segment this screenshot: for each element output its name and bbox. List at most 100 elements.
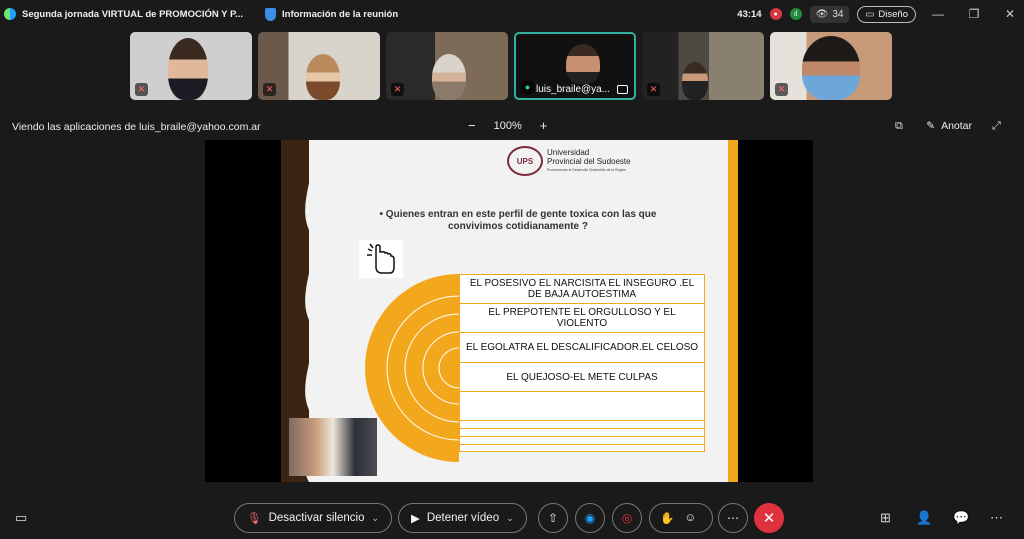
unmute-button[interactable]: 🎙 Desactivar silencio ⌄	[234, 503, 393, 533]
unmute-label: Desactivar silencio	[268, 512, 365, 524]
title-bar: Segunda jornada VIRTUAL de PROMOCIÓN Y P…	[0, 0, 1024, 28]
end-call-button[interactable]: ✕	[754, 503, 784, 533]
zoom-controls: − 100% +	[468, 118, 547, 133]
shared-screen: UPS Universidad Provincial del Sudoeste …	[205, 140, 813, 482]
share-button[interactable]: ⇧	[538, 503, 568, 533]
participant-strip: ✕ ✕ ✕ ● luis_braile@ya... ✕ ✕	[130, 32, 892, 100]
muted-mic-icon: ✕	[263, 83, 276, 96]
close-icon: ✕	[762, 510, 776, 527]
meeting-title: Segunda jornada VIRTUAL de PROMOCIÓN Y P…	[22, 8, 244, 20]
participant-video	[306, 54, 340, 100]
restore-button[interactable]: ❐	[960, 7, 988, 21]
muted-mic-icon: ✕	[135, 83, 148, 96]
participant-video	[432, 54, 466, 100]
sharing-icon	[617, 85, 628, 94]
meeting-timer: 43:14	[737, 8, 762, 20]
participant-tile-active[interactable]: ● luis_braile@ya...	[514, 32, 636, 100]
shield-icon[interactable]	[265, 7, 277, 21]
layout-button[interactable]: ▭ Diseño	[857, 5, 916, 23]
logo-text: Universidad Provincial del Sudoeste Prom…	[547, 148, 631, 175]
university-seal-icon: UPS	[507, 146, 543, 176]
participant-video	[682, 62, 708, 100]
participant-video	[802, 36, 860, 100]
share-options-icon[interactable]: ⧉	[895, 120, 903, 133]
participant-tile[interactable]: ✕	[770, 32, 892, 100]
participants-count: 34	[832, 8, 844, 20]
signal-icon[interactable]: ıl	[789, 8, 802, 20]
muted-mic-icon: ✕	[775, 83, 788, 96]
fullscreen-icon[interactable]: ⤢	[992, 120, 1001, 133]
share-icon: ⇧	[547, 511, 559, 525]
chevron-down-icon[interactable]: ⌄	[506, 513, 514, 524]
meeting-controls: ▭ 🎙 Desactivar silencio ⌄ ▶ Detener víde…	[0, 500, 1024, 539]
muted-mic-icon: ✕	[391, 83, 404, 96]
record-icon: ◎	[621, 511, 633, 525]
eye-off-icon: 👁	[815, 8, 829, 20]
participant-tile[interactable]: ✕	[130, 32, 252, 100]
assistant-icon: ◉	[584, 511, 596, 525]
logo-tagline: Promoviendo el Desarrollo Sostenible de …	[547, 167, 627, 172]
couple-photo	[289, 418, 377, 476]
more-panels-icon[interactable]: ⋯	[990, 510, 1003, 526]
list-item	[459, 428, 705, 436]
reactions-group: ✋ ☺	[649, 503, 713, 533]
muted-mic-icon: ✕	[647, 83, 660, 96]
annotate-button[interactable]: ✎ Anotar	[926, 120, 972, 132]
list-item	[459, 436, 705, 444]
zoom-in-button[interactable]: +	[540, 118, 548, 133]
record-button[interactable]: ◎	[612, 503, 642, 533]
captions-icon[interactable]: ▭	[15, 510, 27, 526]
participant-video	[168, 38, 208, 100]
pointing-hand-icon	[359, 240, 403, 278]
emoji-icon[interactable]: ☺	[684, 512, 696, 524]
slide-orange-bar	[728, 140, 738, 482]
participant-tile[interactable]: ✕	[258, 32, 380, 100]
stop-video-button[interactable]: ▶ Detener vídeo ⌄	[398, 503, 527, 533]
slide-question: • Quienes entran en este perfil de gente…	[379, 209, 657, 232]
more-options-button[interactable]: ⋯	[718, 503, 748, 533]
participants-count-button[interactable]: 👁 34	[809, 5, 850, 23]
list-item: EL POSESIVO EL NARCISITA EL INSEGURO .EL…	[459, 274, 705, 303]
raise-hand-icon[interactable]: ✋	[660, 511, 674, 525]
participant-tile[interactable]: ✕	[386, 32, 508, 100]
list-item	[459, 444, 705, 452]
viewing-text: Viendo las aplicaciones de luis_braile@y…	[12, 121, 261, 133]
layout-grid-icon: ▭	[865, 8, 875, 20]
layout-label: Diseño	[878, 8, 908, 20]
video-camera-icon: ▶	[411, 513, 420, 525]
logo-mark: UPS	[516, 156, 534, 166]
mic-off-icon: 🎙	[247, 513, 262, 525]
webex-assistant-button[interactable]: ◉	[575, 503, 605, 533]
logo-line2: Provincial del Sudoeste	[547, 156, 631, 166]
more-icon: ⋯	[727, 511, 739, 525]
chat-icon[interactable]: 💬	[953, 510, 969, 526]
webex-logo-icon	[4, 8, 16, 20]
recording-icon[interactable]: ●	[769, 8, 782, 20]
chevron-down-icon[interactable]: ⌄	[371, 513, 379, 524]
list-item	[459, 391, 705, 420]
participant-name: luis_braile@ya...	[536, 84, 611, 95]
participant-tile[interactable]: ✕	[642, 32, 764, 100]
list-item	[459, 420, 705, 428]
stop-video-label: Detener vídeo	[426, 512, 500, 524]
mic-on-icon: ●	[521, 81, 534, 94]
apps-icon[interactable]: ⊞	[880, 510, 891, 526]
meeting-info-link[interactable]: Información de la reunión	[282, 9, 398, 20]
participant-video	[566, 44, 600, 84]
presentation-slide: UPS Universidad Provincial del Sudoeste …	[281, 140, 738, 482]
zoom-level: 100%	[493, 119, 522, 132]
concentric-arcs	[365, 274, 460, 462]
list-item: EL QUEJOSO-EL METE CULPAS	[459, 362, 705, 391]
zoom-out-button[interactable]: −	[468, 118, 476, 133]
slide-list: EL POSESIVO EL NARCISITA EL INSEGURO .EL…	[459, 274, 705, 452]
logo-line1: Universidad	[547, 147, 590, 157]
close-window-button[interactable]: ✕	[996, 7, 1024, 21]
annotate-label: Anotar	[941, 120, 972, 132]
list-item: EL PREPOTENTE EL ORGULLOSO Y EL VIOLENTO	[459, 303, 705, 332]
minimize-button[interactable]: —	[924, 7, 952, 21]
list-item: EL EGOLATRA EL DESCALIFICADOR.EL CELOSO	[459, 332, 705, 362]
share-toolbar: Viendo las aplicaciones de luis_braile@y…	[0, 118, 1024, 138]
participants-icon[interactable]: 👤	[916, 510, 932, 526]
pen-icon: ✎	[926, 120, 936, 132]
university-logo: UPS Universidad Provincial del Sudoeste …	[507, 144, 647, 178]
